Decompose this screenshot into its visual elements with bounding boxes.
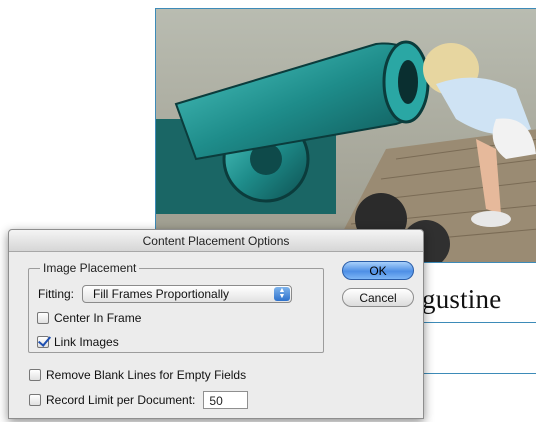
record-limit-label: Record Limit per Document: [46, 393, 196, 407]
document-rule [418, 373, 536, 374]
fitting-value: Fill Frames Proportionally [93, 287, 230, 301]
record-limit-row[interactable]: Record Limit per Document: 50 [29, 391, 249, 409]
record-limit-input[interactable]: 50 [203, 391, 249, 409]
remove-blank-lines-label: Remove Blank Lines for Empty Fields [46, 368, 247, 382]
center-in-frame-label: Center In Frame [54, 311, 142, 325]
cannon-photo [156, 9, 536, 262]
link-images-checkbox[interactable] [37, 336, 49, 348]
fitting-label: Fitting: [38, 287, 75, 301]
fitting-popup[interactable]: Fill Frames Proportionally ▲ ▼ [82, 285, 293, 303]
image-placement-group: Image Placement Fitting: Fill Frames Pro… [28, 261, 324, 353]
document-headline-fragment: gustine [422, 284, 502, 314]
dialog-titlebar[interactable]: Content Placement Options [9, 230, 423, 252]
dialog-title: Content Placement Options [142, 233, 290, 248]
center-in-frame-row[interactable]: Center In Frame [37, 311, 141, 325]
ok-button[interactable]: OK [342, 261, 414, 280]
center-in-frame-checkbox[interactable] [37, 312, 49, 324]
cancel-button[interactable]: Cancel [342, 288, 414, 307]
popup-arrows-icon: ▲ ▼ [274, 287, 291, 301]
record-limit-checkbox[interactable] [29, 394, 41, 406]
link-images-label: Link Images [54, 335, 119, 349]
remove-blank-lines-row[interactable]: Remove Blank Lines for Empty Fields [29, 368, 246, 382]
link-images-row[interactable]: Link Images [37, 335, 119, 349]
document-rule [418, 322, 536, 323]
remove-blank-lines-checkbox[interactable] [29, 369, 41, 381]
fitting-row: Fitting: Fill Frames Proportionally ▲ ▼ [38, 285, 293, 303]
placed-image-frame[interactable] [155, 8, 536, 263]
content-placement-dialog: Content Placement Options Image Placemen… [8, 229, 424, 419]
image-placement-legend: Image Placement [40, 261, 140, 275]
